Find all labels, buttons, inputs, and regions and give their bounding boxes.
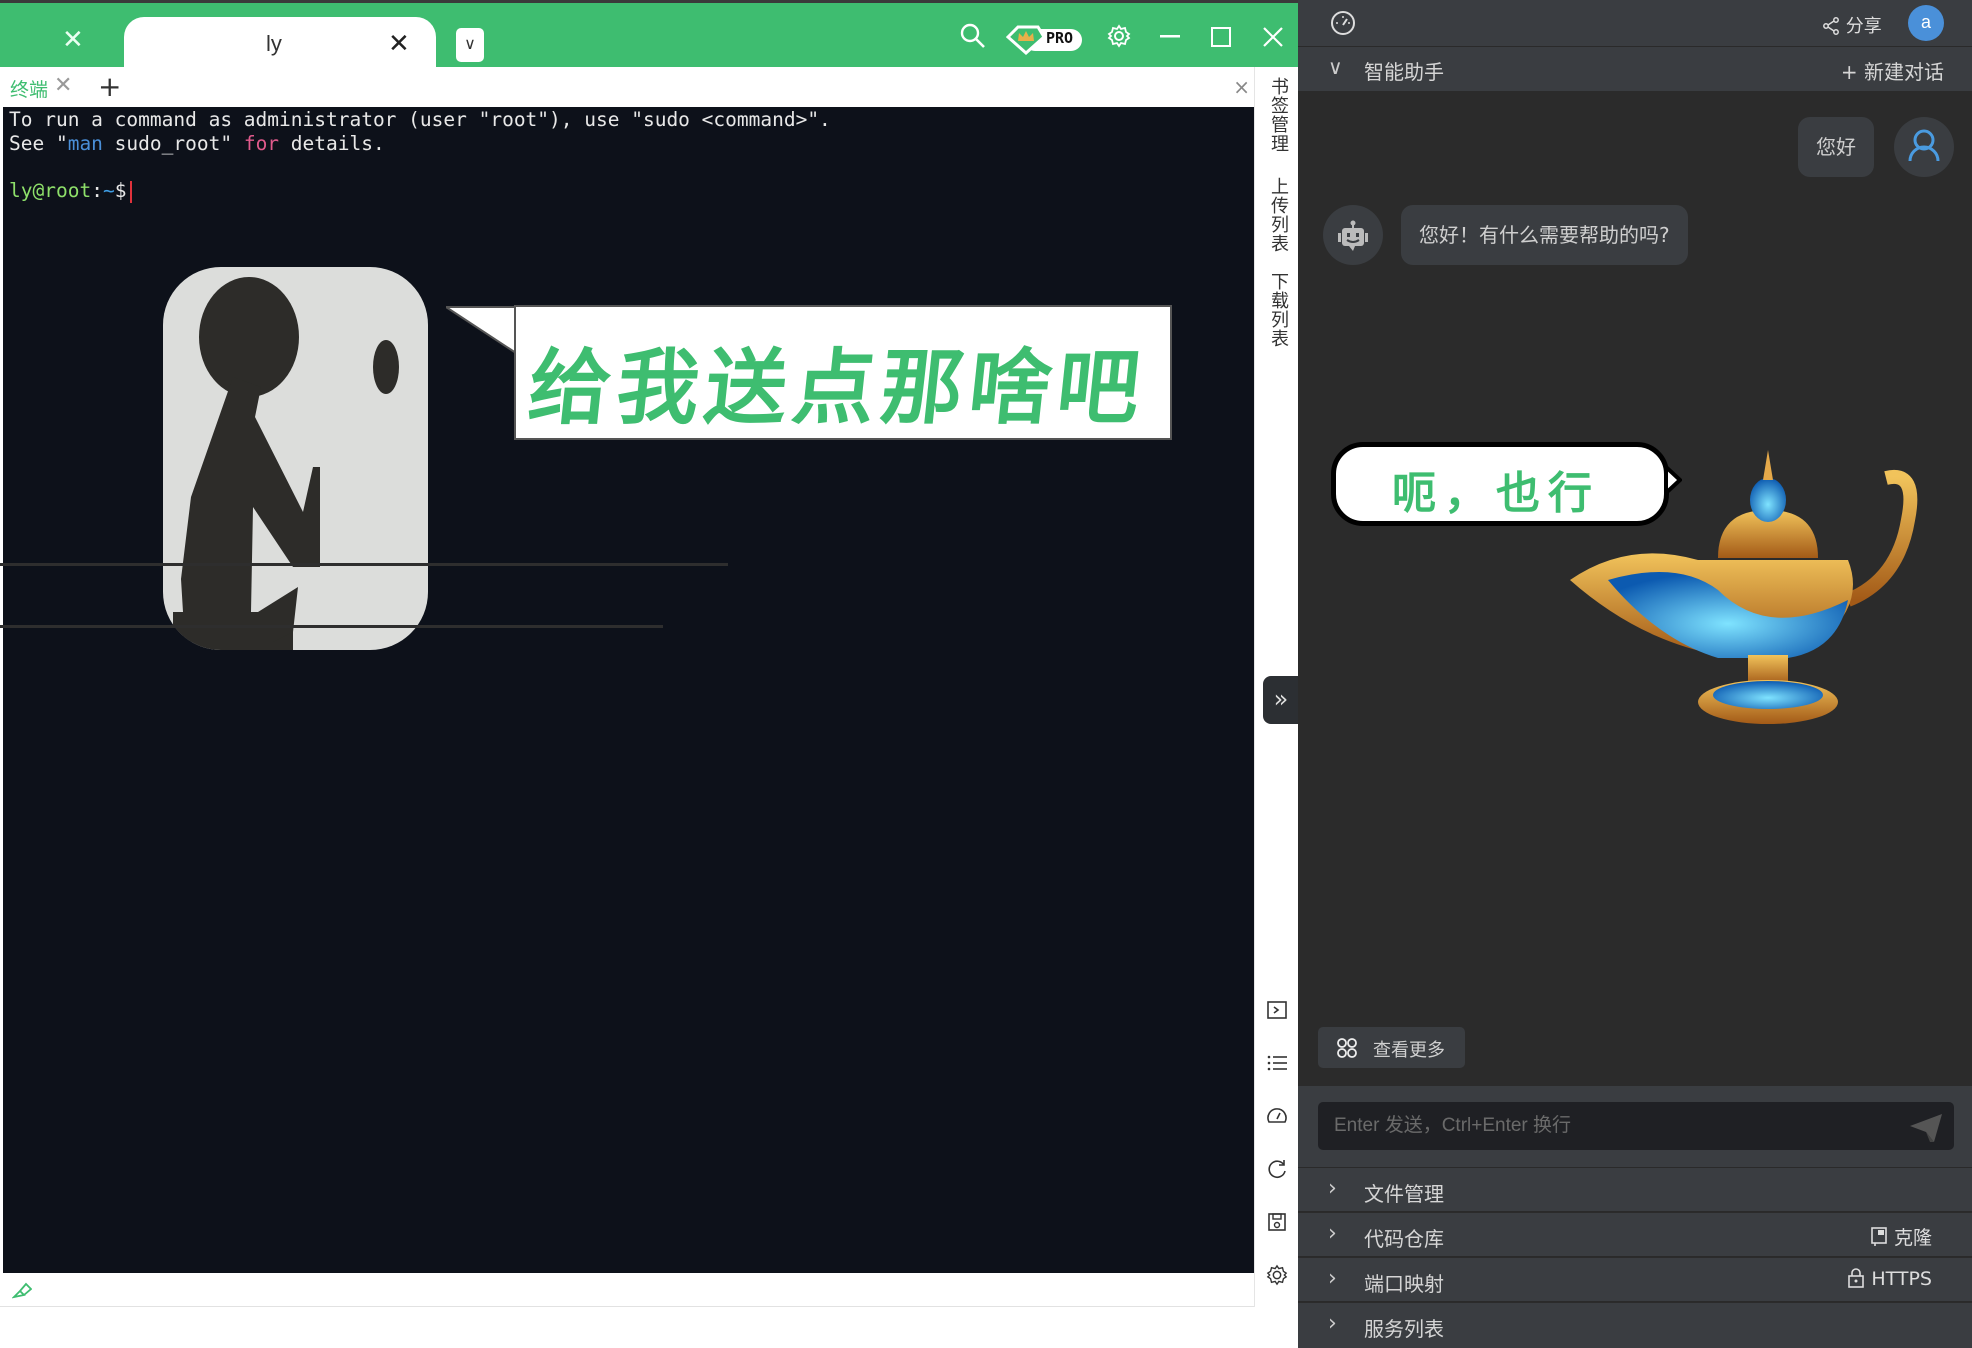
chevron-right-icon: › <box>1328 1311 1337 1336</box>
view-more-button[interactable]: 查看更多 <box>1318 1027 1465 1068</box>
settings-icon[interactable] <box>1266 1264 1288 1286</box>
section-label: 代码仓库 <box>1364 1227 1444 1251</box>
share-icon <box>1823 17 1839 35</box>
share-button[interactable]: 分享 <box>1822 12 1882 38</box>
assistant-panel: 分享 a ∨ 智能助手 + 新建对话 您好 您好！有什么需要帮助的吗? 呃，也行 <box>1298 0 1972 1348</box>
chat-input[interactable] <box>1318 1102 1954 1150</box>
cursor <box>130 180 133 203</box>
prompt-char: $ <box>114 179 127 202</box>
user-message: 您好 <box>1798 117 1874 177</box>
upload-list-tab[interactable]: 上传列表 <box>1265 177 1291 253</box>
robot-avatar-icon <box>1323 205 1383 265</box>
divider-line <box>0 625 663 628</box>
search-icon[interactable] <box>960 23 986 49</box>
pro-label: PRO <box>1046 29 1074 47</box>
terminal-window: ✕ ly ✕ ∨ PRO 终端 ✕ + × To run a command a… <box>0 0 1299 1348</box>
new-chat-button[interactable]: + 新建对话 <box>1841 56 1944 85</box>
close-panel-button[interactable]: × <box>1233 75 1250 99</box>
section-port-mapping[interactable]: › 端口映射 HTTPS <box>1298 1258 1972 1302</box>
chat-input-area <box>1298 1086 1972 1168</box>
https-label: HTTPS <box>1871 1268 1932 1290</box>
terminal-tab-close-icon[interactable]: ✕ <box>54 73 72 98</box>
status-bar <box>0 1273 1254 1307</box>
section-label: 端口映射 <box>1364 1272 1444 1296</box>
gear-icon[interactable] <box>1107 24 1131 48</box>
double-chevron-right-icon: » <box>1273 685 1289 713</box>
title-bar: ✕ ly ✕ ∨ PRO <box>0 0 1298 70</box>
share-label: 分享 <box>1845 16 1882 37</box>
window-close-icon[interactable] <box>1263 27 1283 47</box>
https-button[interactable]: HTTPS <box>1847 1268 1932 1290</box>
send-icon[interactable] <box>1910 1114 1942 1142</box>
pro-badge[interactable]: PRO <box>1005 25 1084 56</box>
section-service-list[interactable]: › 服务列表 <box>1298 1303 1972 1348</box>
section-label: 文件管理 <box>1364 1182 1444 1206</box>
divider-line <box>0 563 728 566</box>
chevron-down-icon: ∨ <box>464 34 476 53</box>
section-code-repo[interactable]: › 代码仓库 克隆 <box>1298 1213 1972 1257</box>
meme-caption: 给我送点那啥吧 <box>524 341 1151 436</box>
tab-label: ly <box>266 31 282 56</box>
collapse-sidebar-button[interactable]: » <box>1263 676 1299 724</box>
section-label: 服务列表 <box>1364 1317 1444 1341</box>
assistant-header: ∨ 智能助手 + 新建对话 <box>1298 47 1972 91</box>
section-file-manager[interactable]: › 文件管理 <box>1298 1168 1972 1212</box>
assistant-message: 您好！有什么需要帮助的吗? <box>1401 205 1688 265</box>
highlighter-icon[interactable] <box>12 1281 32 1299</box>
terminal-prompt[interactable]: ly@root:~$ <box>9 179 133 203</box>
chevron-right-icon: › <box>1328 1176 1337 1201</box>
download-list-tab[interactable]: 下载列表 <box>1265 272 1291 348</box>
repo-icon <box>1871 1227 1887 1246</box>
assistant-title[interactable]: 智能助手 <box>1364 56 1444 85</box>
tab-inactive[interactable]: ✕ <box>0 6 122 67</box>
chevron-right-icon: › <box>1328 1266 1337 1291</box>
text: for <box>243 132 280 155</box>
speech-bubble: 给我送点那啥吧 <box>514 305 1172 440</box>
prompt-user: ly@root <box>9 179 92 202</box>
prompt-path: ~ <box>102 179 115 202</box>
view-more-label: 查看更多 <box>1373 1040 1445 1061</box>
chevron-down-icon[interactable]: ∨ <box>1328 55 1343 79</box>
terminal-line: See "man sudo_root" for details. <box>9 132 385 155</box>
save-icon[interactable] <box>1266 1211 1288 1233</box>
terminal-tab-bar: 终端 ✕ + × <box>0 67 1254 107</box>
terminal-icon[interactable] <box>1266 999 1288 1021</box>
add-tab-button[interactable]: + <box>98 70 121 103</box>
text: See " <box>9 132 68 155</box>
speech-tail <box>446 306 517 355</box>
tab-dropdown-button[interactable]: ∨ <box>456 28 484 62</box>
maximize-icon[interactable] <box>1211 27 1231 47</box>
chevron-right-icon: › <box>1328 1221 1337 1246</box>
tab-close-icon[interactable]: ✕ <box>388 29 410 59</box>
dashboard-icon[interactable] <box>1330 10 1356 36</box>
apps-icon <box>1337 1038 1357 1058</box>
prompt-sep: : <box>91 179 103 202</box>
tab-ly[interactable]: ly ✕ <box>124 17 436 70</box>
user-avatar[interactable]: a <box>1908 5 1944 41</box>
dashboard-icon[interactable] <box>1266 1105 1288 1127</box>
refresh-icon[interactable] <box>1266 1158 1288 1180</box>
list-icon[interactable] <box>1266 1052 1288 1074</box>
minimize-icon[interactable] <box>1160 35 1180 39</box>
text: details. <box>279 132 385 155</box>
kneeling-figure-image <box>163 267 428 650</box>
terminal-tab[interactable]: 终端 <box>10 75 48 102</box>
terminal-line: To run a command as administrator (user … <box>9 108 831 131</box>
text: man <box>67 132 103 155</box>
magic-lamp-image <box>1570 450 1918 724</box>
text: sudo_root" <box>102 132 244 155</box>
tab-close-icon[interactable]: ✕ <box>62 27 84 53</box>
clone-button[interactable]: 克隆 <box>1870 1223 1932 1250</box>
panel-top-bar: 分享 a <box>1298 0 1972 47</box>
bookmark-manager-tab[interactable]: 书签管理 <box>1265 77 1291 153</box>
clone-label: 克隆 <box>1893 1227 1932 1249</box>
user-avatar-icon <box>1894 117 1954 177</box>
lock-icon <box>1848 1268 1865 1288</box>
